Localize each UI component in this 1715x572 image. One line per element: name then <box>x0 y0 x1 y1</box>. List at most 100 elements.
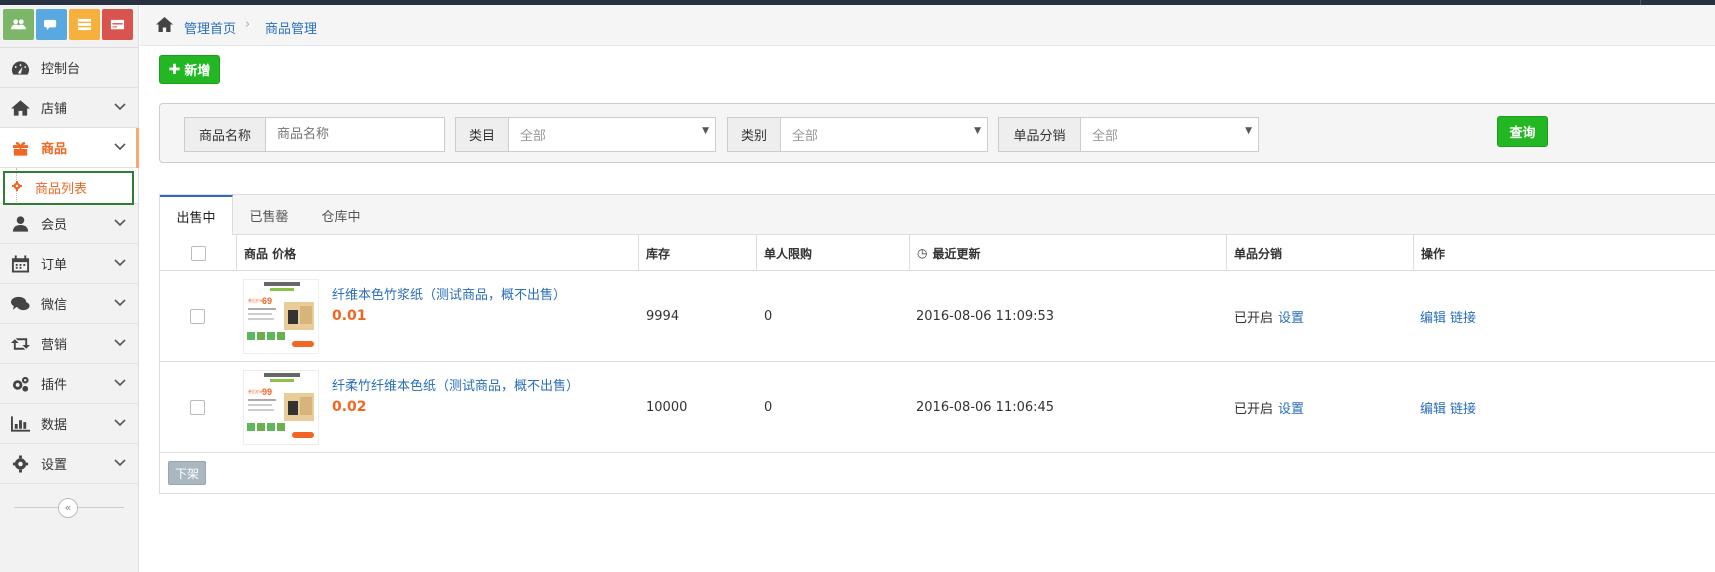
add-button-label: 新增 <box>184 64 211 79</box>
table-header: 商品 价格 库存 单人限购 ◷ 最近更新 单品分销 操作 <box>160 235 1715 271</box>
user-icon <box>11 215 30 233</box>
clock-icon: ◷ <box>917 246 928 260</box>
chevron-down-icon <box>114 219 126 227</box>
svg-text:券后价¥: 券后价¥ <box>248 297 263 303</box>
sidebar-item-wechat[interactable]: 微信 <box>0 284 138 324</box>
breadcrumb-separator: › <box>245 17 251 32</box>
add-button[interactable]: ✚ 新增 <box>159 55 220 84</box>
product-name-link[interactable]: 纤维本色竹浆纸（测试商品，概不出售） <box>332 284 566 303</box>
product-name-input[interactable] <box>266 117 445 152</box>
header-updated: ◷ 最近更新 <box>909 235 1226 271</box>
distribution-settings-link[interactable]: 设置 <box>1278 398 1304 417</box>
distribution-filter-label: 单品分销 <box>998 117 1081 152</box>
limit-value: 0 <box>764 309 773 324</box>
home-icon[interactable] <box>156 17 173 32</box>
stock-value: 9994 <box>646 309 680 324</box>
thumb-price: 99 <box>262 387 272 397</box>
chevron-down-icon <box>114 103 126 111</box>
type-filter-label: 类别 <box>727 117 781 152</box>
header-updated-label: 最近更新 <box>932 246 981 261</box>
sidebar-item-settings[interactable]: 设置 <box>0 444 138 484</box>
sidebar-item-dashboard[interactable]: 控制台 <box>0 48 138 88</box>
header-distribution: 单品分销 <box>1226 235 1413 271</box>
row-checkbox[interactable] <box>190 309 205 324</box>
chevron-down-icon <box>114 459 126 467</box>
plus-icon: ✚ <box>168 61 181 78</box>
chevron-down-icon <box>114 379 126 387</box>
sidebar-item-store[interactable]: 店铺 <box>0 88 138 128</box>
chevron-down-icon <box>114 299 126 307</box>
category-select-value: 全部 <box>520 129 547 144</box>
sidebar: 控制台 店铺 商品 商品列表 会员 订单 微信 营销 插件 数据 设置 « <box>0 5 139 572</box>
tab-on-sale[interactable]: 出售中 <box>160 195 233 236</box>
dropdown-arrow-icon: ▼ <box>702 126 709 136</box>
collapse-icon[interactable]: « <box>58 498 78 518</box>
header-actions: 操作 <box>1413 235 1715 271</box>
sidebar-item-data[interactable]: 数据 <box>0 404 138 444</box>
chevron-down-icon <box>114 143 126 151</box>
users-icon[interactable] <box>3 9 34 40</box>
table-row: 券后价¥ 69 纤维本色竹浆纸（测试商品，概不出售） 0.01 9994 0 2… <box>160 271 1715 362</box>
tab-sold-out[interactable]: 已售罄 <box>236 195 302 235</box>
sidebar-item-label: 微信 <box>41 298 68 313</box>
row-checkbox[interactable] <box>190 400 205 415</box>
thumb-price: 69 <box>262 296 272 306</box>
distribution-settings-link[interactable]: 设置 <box>1278 307 1304 326</box>
header-checkbox-cell <box>160 235 236 271</box>
product-thumbnail[interactable]: 券后价¥ 69 <box>243 279 319 354</box>
product-name-link[interactable]: 纤柔竹纤维本色纸（测试商品，概不出售） <box>332 375 579 394</box>
type-filter: 类别 全部 ▼ <box>727 117 988 152</box>
dropdown-arrow-icon: ▼ <box>1245 126 1252 136</box>
cogs-icon <box>11 375 30 393</box>
header-product: 商品 价格 <box>236 235 638 271</box>
gift-icon <box>11 139 30 157</box>
breadcrumb-current[interactable]: 商品管理 <box>265 18 317 37</box>
sidebar-item-plugins[interactable]: 插件 <box>0 364 138 404</box>
copy-link-link[interactable]: 链接 <box>1450 307 1476 326</box>
tab-warehouse[interactable]: 仓库中 <box>308 195 374 235</box>
list-icon[interactable] <box>69 9 100 40</box>
bar-chart-icon <box>11 415 30 433</box>
dropdown-arrow-icon: ▼ <box>974 126 981 136</box>
category-select[interactable]: 全部 ▼ <box>509 117 716 152</box>
svg-text:券后价¥: 券后价¥ <box>248 388 263 394</box>
dashboard-icon <box>11 59 30 77</box>
offshelf-button[interactable]: 下架 <box>168 461 206 485</box>
selection-highlight <box>3 171 134 205</box>
status-tabs: 出售中 已售罄 仓库中 <box>160 195 1715 236</box>
card-icon[interactable] <box>102 9 133 40</box>
name-filter-label: 商品名称 <box>184 117 266 152</box>
sidebar-subitem-product-list[interactable]: 商品列表 <box>0 168 138 205</box>
comments-icon <box>11 295 30 313</box>
query-button[interactable]: 查询 <box>1497 116 1548 147</box>
product-panel: 出售中 已售罄 仓库中 商品 价格 库存 单人限购 ◷ 最近更新 单品分销 操作… <box>159 194 1715 494</box>
sidebar-item-products[interactable]: 商品 <box>0 128 139 168</box>
breadcrumb-home-link[interactable]: 管理首页 <box>184 18 236 37</box>
distribution-status: 已开启 <box>1234 402 1274 417</box>
sidebar-collapse: « <box>0 487 139 527</box>
distribution-cell: 已开启 设置 <box>1234 362 1304 453</box>
product-price: 0.02 <box>332 399 367 415</box>
chevron-down-icon <box>114 339 126 347</box>
distribution-status: 已开启 <box>1234 311 1274 326</box>
edit-link[interactable]: 编辑 <box>1420 398 1446 417</box>
product-price: 0.01 <box>332 308 367 324</box>
distribution-select[interactable]: 全部 ▼ <box>1081 117 1259 152</box>
breadcrumb: 管理首页 › 商品管理 <box>140 5 1715 46</box>
category-filter: 类目 全部 ▼ <box>455 117 716 152</box>
copy-link-link[interactable]: 链接 <box>1450 398 1476 417</box>
sidebar-item-label: 商品 <box>41 142 68 157</box>
product-thumbnail[interactable]: 券后价¥ 99 <box>243 370 319 445</box>
sidebar-item-label: 控制台 <box>41 62 81 77</box>
sidebar-item-label: 设置 <box>41 458 68 473</box>
sidebar-item-marketing[interactable]: 营销 <box>0 324 138 364</box>
edit-link[interactable]: 编辑 <box>1420 307 1446 326</box>
type-select[interactable]: 全部 ▼ <box>781 117 988 152</box>
chat-icon[interactable] <box>36 9 67 40</box>
row-checkbox-cell <box>190 362 205 453</box>
sidebar-item-orders[interactable]: 订单 <box>0 244 138 284</box>
sidebar-item-members[interactable]: 会员 <box>0 204 138 244</box>
name-filter: 商品名称 <box>184 117 445 152</box>
select-all-checkbox[interactable] <box>190 245 206 261</box>
distribution-cell: 已开启 设置 <box>1234 271 1304 362</box>
